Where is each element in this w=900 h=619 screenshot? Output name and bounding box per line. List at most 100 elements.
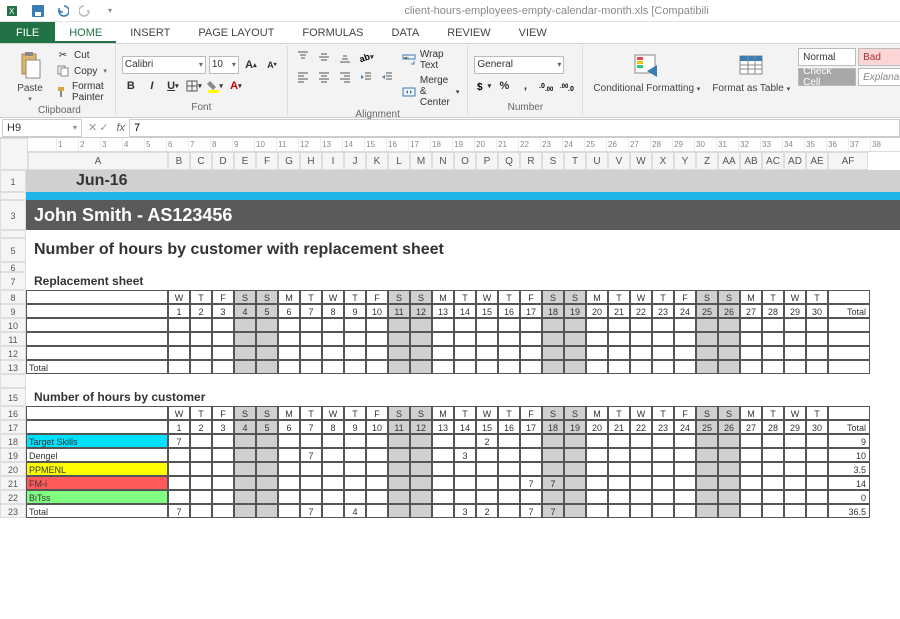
col-header[interactable]: U: [586, 152, 608, 170]
data-cell[interactable]: [300, 332, 322, 346]
data-cell[interactable]: [674, 346, 696, 360]
data-cell[interactable]: [740, 346, 762, 360]
data-cell[interactable]: [300, 318, 322, 332]
data-cell[interactable]: [806, 346, 828, 360]
data-cell[interactable]: [718, 318, 740, 332]
row-header[interactable]: 1: [0, 170, 26, 192]
col-header[interactable]: AB: [740, 152, 762, 170]
data-cell[interactable]: [300, 490, 322, 504]
data-cell[interactable]: [718, 434, 740, 448]
format-painter-button[interactable]: Format Painter: [54, 80, 109, 104]
data-cell[interactable]: [630, 476, 652, 490]
col-header[interactable]: N: [432, 152, 454, 170]
data-cell[interactable]: [806, 490, 828, 504]
data-cell[interactable]: [190, 346, 212, 360]
data-cell[interactable]: [234, 360, 256, 374]
row-header[interactable]: 15: [0, 388, 26, 406]
data-cell[interactable]: [190, 504, 212, 518]
data-cell[interactable]: [388, 462, 410, 476]
data-cell[interactable]: [322, 434, 344, 448]
data-cell[interactable]: [762, 462, 784, 476]
decrease-indent-button[interactable]: [357, 68, 375, 86]
cell-styles-gallery[interactable]: Normal Bad Check Cell Explanatory: [798, 48, 900, 86]
tab-file[interactable]: FILE: [0, 22, 55, 43]
data-cell[interactable]: [190, 476, 212, 490]
data-cell[interactable]: [674, 504, 696, 518]
data-cell[interactable]: [432, 448, 454, 462]
data-cell[interactable]: [234, 490, 256, 504]
data-cell[interactable]: [454, 476, 476, 490]
data-cell[interactable]: [652, 346, 674, 360]
col-header[interactable]: V: [608, 152, 630, 170]
data-cell[interactable]: [278, 504, 300, 518]
data-cell[interactable]: [190, 318, 212, 332]
data-cell[interactable]: [234, 434, 256, 448]
data-cell[interactable]: [520, 318, 542, 332]
data-cell[interactable]: [432, 318, 454, 332]
data-cell[interactable]: [784, 504, 806, 518]
data-cell[interactable]: [190, 448, 212, 462]
data-cell[interactable]: [652, 332, 674, 346]
data-cell[interactable]: [476, 490, 498, 504]
percent-button[interactable]: %: [495, 77, 513, 95]
data-cell[interactable]: [586, 504, 608, 518]
data-cell[interactable]: 2: [476, 434, 498, 448]
data-cell[interactable]: [586, 434, 608, 448]
data-cell[interactable]: [278, 360, 300, 374]
col-header[interactable]: W: [630, 152, 652, 170]
row-header[interactable]: 5: [0, 238, 26, 262]
data-cell[interactable]: [696, 360, 718, 374]
data-cell[interactable]: [564, 332, 586, 346]
data-cell[interactable]: [388, 332, 410, 346]
col-header[interactable]: H: [300, 152, 322, 170]
data-cell[interactable]: [696, 476, 718, 490]
data-cell[interactable]: [608, 332, 630, 346]
data-cell[interactable]: [344, 318, 366, 332]
data-cell[interactable]: [256, 434, 278, 448]
data-cell[interactable]: [454, 490, 476, 504]
data-cell[interactable]: [542, 318, 564, 332]
formula-input[interactable]: [129, 119, 900, 137]
decrease-decimal-button[interactable]: .00.0: [558, 77, 576, 95]
data-cell[interactable]: [564, 504, 586, 518]
data-cell[interactable]: [718, 346, 740, 360]
data-cell[interactable]: [410, 448, 432, 462]
data-cell[interactable]: 7: [300, 448, 322, 462]
data-cell[interactable]: [476, 462, 498, 476]
data-cell[interactable]: [762, 332, 784, 346]
col-header[interactable]: M: [410, 152, 432, 170]
row-header[interactable]: [0, 230, 26, 238]
data-cell[interactable]: [608, 448, 630, 462]
data-cell[interactable]: [256, 360, 278, 374]
merge-center-button[interactable]: Merge & Center▾: [400, 74, 462, 109]
tab-insert[interactable]: INSERT: [116, 22, 184, 43]
data-cell[interactable]: [498, 360, 520, 374]
data-cell[interactable]: [278, 318, 300, 332]
data-cell[interactable]: [366, 332, 388, 346]
data-cell[interactable]: [586, 318, 608, 332]
row-header[interactable]: 8: [0, 290, 26, 304]
data-cell[interactable]: [608, 504, 630, 518]
data-cell[interactable]: [256, 490, 278, 504]
data-cell[interactable]: [168, 346, 190, 360]
data-cell[interactable]: [762, 476, 784, 490]
data-cell[interactable]: [806, 476, 828, 490]
excel-icon[interactable]: X: [4, 2, 24, 20]
data-cell[interactable]: [278, 448, 300, 462]
row-header[interactable]: 12: [0, 346, 26, 360]
align-right-button[interactable]: [336, 68, 354, 86]
data-cell[interactable]: [674, 476, 696, 490]
data-cell[interactable]: [652, 448, 674, 462]
data-cell[interactable]: 3: [454, 448, 476, 462]
data-cell[interactable]: [806, 332, 828, 346]
data-cell[interactable]: [762, 346, 784, 360]
col-header[interactable]: E: [234, 152, 256, 170]
data-cell[interactable]: [322, 332, 344, 346]
data-cell[interactable]: [718, 476, 740, 490]
data-cell[interactable]: [674, 448, 696, 462]
cancel-formula-icon[interactable]: ✕: [88, 121, 97, 134]
data-cell[interactable]: [762, 504, 784, 518]
data-cell[interactable]: [520, 346, 542, 360]
data-cell[interactable]: [344, 462, 366, 476]
data-cell[interactable]: [696, 490, 718, 504]
